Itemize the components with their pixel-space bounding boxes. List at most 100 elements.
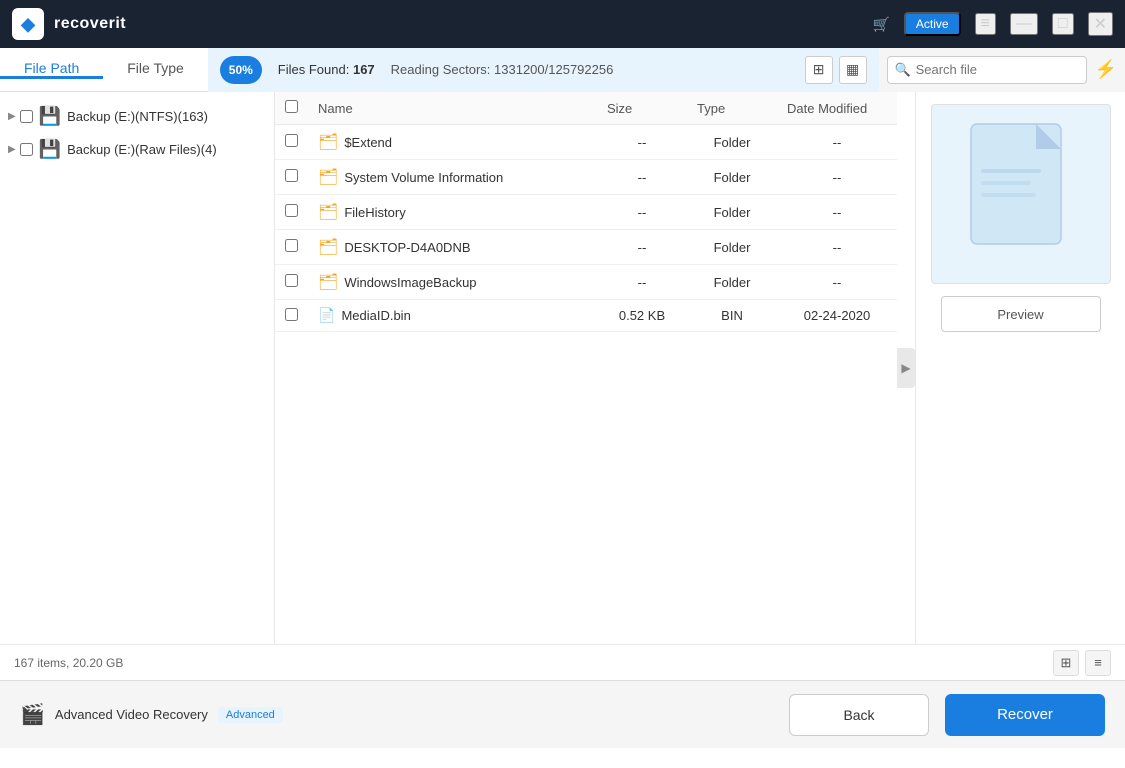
tab-file-type[interactable]: File Type bbox=[103, 60, 208, 79]
app-logo: ◆ bbox=[12, 8, 44, 40]
row-size-3: -- bbox=[597, 230, 687, 265]
sidebar-item-ntfs[interactable]: ▶ 💾 Backup (E:)(NTFS)(163) bbox=[0, 100, 274, 133]
table-row[interactable]: 🗂 WindowsImageBackup -- Folder -- bbox=[275, 265, 897, 300]
sidebar-label-ntfs: Backup (E:)(NTFS)(163) bbox=[67, 109, 266, 124]
col-header-check[interactable] bbox=[275, 92, 308, 125]
table-header-row: Name Size Type Date Modified bbox=[275, 92, 897, 125]
recover-button[interactable]: Recover bbox=[945, 694, 1105, 736]
row-checkbox-3[interactable] bbox=[275, 230, 308, 265]
filter-button[interactable]: ⚡ bbox=[1095, 59, 1117, 80]
folder-icon: 🗂 bbox=[318, 167, 338, 187]
detail-view-button[interactable]: ▦ bbox=[839, 56, 867, 84]
progress-badge: 50% bbox=[220, 56, 262, 84]
table-row[interactable]: 🗂 $Extend -- Folder -- bbox=[275, 125, 897, 160]
sidebar-checkbox-ntfs[interactable] bbox=[20, 110, 33, 123]
titlebar: ◆ recoverit 🛒 Active ≡ — □ ✕ bbox=[0, 0, 1125, 48]
items-info: 167 items, 20.20 GB bbox=[14, 656, 123, 670]
menu-button[interactable]: ≡ bbox=[975, 13, 996, 35]
bottombar-right: Back Recover bbox=[789, 694, 1105, 736]
row-date-4: -- bbox=[777, 265, 897, 300]
table-row[interactable]: 🗂 FileHistory -- Folder -- bbox=[275, 195, 897, 230]
list-view-button[interactable]: ≡ bbox=[1085, 650, 1111, 676]
titlebar-right: 🛒 Active ≡ — □ ✕ bbox=[872, 12, 1113, 36]
app-name: recoverit bbox=[54, 15, 126, 33]
folder-icon: 🗂 bbox=[318, 237, 338, 257]
col-header-date[interactable]: Date Modified bbox=[777, 92, 897, 125]
folder-icon: 🗂 bbox=[318, 202, 338, 222]
row-type-3: Folder bbox=[687, 230, 777, 265]
row-name-1: 🗂 System Volume Information bbox=[308, 160, 597, 195]
search-icon: 🔍 bbox=[895, 62, 911, 78]
table-row[interactable]: 🗂 DESKTOP-D4A0DNB -- Folder -- bbox=[275, 230, 897, 265]
tab-file-path[interactable]: File Path bbox=[0, 60, 103, 79]
grid-view-small-button[interactable]: ⊞ bbox=[1053, 650, 1079, 676]
sidebar: ▶ 💾 Backup (E:)(NTFS)(163) ▶ 💾 Backup (E… bbox=[0, 92, 275, 644]
statusbar-icons: ⊞ ≡ bbox=[1053, 650, 1111, 676]
col-header-name[interactable]: Name bbox=[308, 92, 597, 125]
main-layout: ▶ 💾 Backup (E:)(NTFS)(163) ▶ 💾 Backup (E… bbox=[0, 92, 1125, 644]
row-date-1: -- bbox=[777, 160, 897, 195]
row-name-3: 🗂 DESKTOP-D4A0DNB bbox=[308, 230, 597, 265]
row-date-0: -- bbox=[777, 125, 897, 160]
row-type-0: Folder bbox=[687, 125, 777, 160]
file-table: Name Size Type Date Modified 🗂 $Extend bbox=[275, 92, 897, 332]
row-checkbox-5[interactable] bbox=[275, 300, 308, 332]
row-size-5: 0.52 KB bbox=[597, 300, 687, 332]
sidebar-label-raw: Backup (E:)(Raw Files)(4) bbox=[67, 142, 266, 157]
maximize-button[interactable]: □ bbox=[1052, 13, 1074, 35]
row-size-4: -- bbox=[597, 265, 687, 300]
row-checkbox-2[interactable] bbox=[275, 195, 308, 230]
statusbar: 167 items, 20.20 GB ⊞ ≡ bbox=[0, 644, 1125, 680]
close-button[interactable]: ✕ bbox=[1088, 12, 1113, 36]
table-row[interactable]: 📄 MediaID.bin 0.52 KB BIN 02-24-2020 bbox=[275, 300, 897, 332]
row-checkbox-4[interactable] bbox=[275, 265, 308, 300]
file-list-area: Name Size Type Date Modified 🗂 $Extend bbox=[275, 92, 897, 644]
advanced-badge: Advanced bbox=[218, 707, 283, 723]
row-size-2: -- bbox=[597, 195, 687, 230]
folder-icon: 🗂 bbox=[318, 272, 338, 292]
search-area: 🔍 ⚡ bbox=[879, 48, 1125, 92]
row-type-5: BIN bbox=[687, 300, 777, 332]
folder-icon: 🗂 bbox=[318, 132, 338, 152]
row-name-2: 🗂 FileHistory bbox=[308, 195, 597, 230]
select-all-checkbox[interactable] bbox=[285, 100, 298, 113]
table-scroll[interactable]: Name Size Type Date Modified 🗂 $Extend bbox=[275, 92, 897, 644]
col-header-type[interactable]: Type bbox=[687, 92, 777, 125]
progress-bar: 50% Files Found: 167 Reading Sectors: 13… bbox=[208, 48, 879, 92]
row-date-2: -- bbox=[777, 195, 897, 230]
file-icon: 📄 bbox=[318, 307, 335, 324]
preview-image bbox=[931, 104, 1111, 284]
row-date-3: -- bbox=[777, 230, 897, 265]
preview-button[interactable]: Preview bbox=[941, 296, 1101, 332]
row-date-5: 02-24-2020 bbox=[777, 300, 897, 332]
chevron-right-icon-raw[interactable]: ▶ bbox=[8, 144, 16, 155]
row-type-2: Folder bbox=[687, 195, 777, 230]
sidebar-item-raw[interactable]: ▶ 💾 Backup (E:)(Raw Files)(4) bbox=[0, 133, 274, 166]
back-button[interactable]: Back bbox=[789, 694, 929, 736]
sidebar-checkbox-raw[interactable] bbox=[20, 143, 33, 156]
bottombar-left: 🎬 Advanced Video Recovery Advanced bbox=[20, 702, 283, 727]
logo-icon: ◆ bbox=[21, 14, 35, 35]
row-checkbox-0[interactable] bbox=[275, 125, 308, 160]
preview-panel: Preview bbox=[915, 92, 1125, 644]
drive-icon-raw: 💾 bbox=[39, 139, 61, 160]
col-header-size[interactable]: Size bbox=[597, 92, 687, 125]
active-badge[interactable]: Active bbox=[904, 12, 961, 36]
row-size-1: -- bbox=[597, 160, 687, 195]
row-name-0: 🗂 $Extend bbox=[308, 125, 597, 160]
collapse-panel-button[interactable]: ▶ bbox=[897, 348, 915, 388]
row-name-5: 📄 MediaID.bin bbox=[308, 300, 597, 332]
drive-icon-ntfs: 💾 bbox=[39, 106, 61, 127]
chevron-right-icon[interactable]: ▶ bbox=[8, 111, 16, 122]
titlebar-left: ◆ recoverit bbox=[12, 8, 126, 40]
table-row[interactable]: 🗂 System Volume Information -- Folder -- bbox=[275, 160, 897, 195]
search-input[interactable] bbox=[887, 56, 1087, 84]
row-type-1: Folder bbox=[687, 160, 777, 195]
cart-button[interactable]: 🛒 bbox=[872, 16, 889, 33]
files-found-label: Files Found: 167 bbox=[278, 62, 375, 77]
grid-view-button[interactable]: ⊞ bbox=[805, 56, 833, 84]
advanced-video-label: Advanced Video Recovery bbox=[55, 707, 208, 722]
minimize-button[interactable]: — bbox=[1010, 13, 1038, 35]
row-checkbox-1[interactable] bbox=[275, 160, 308, 195]
row-size-0: -- bbox=[597, 125, 687, 160]
